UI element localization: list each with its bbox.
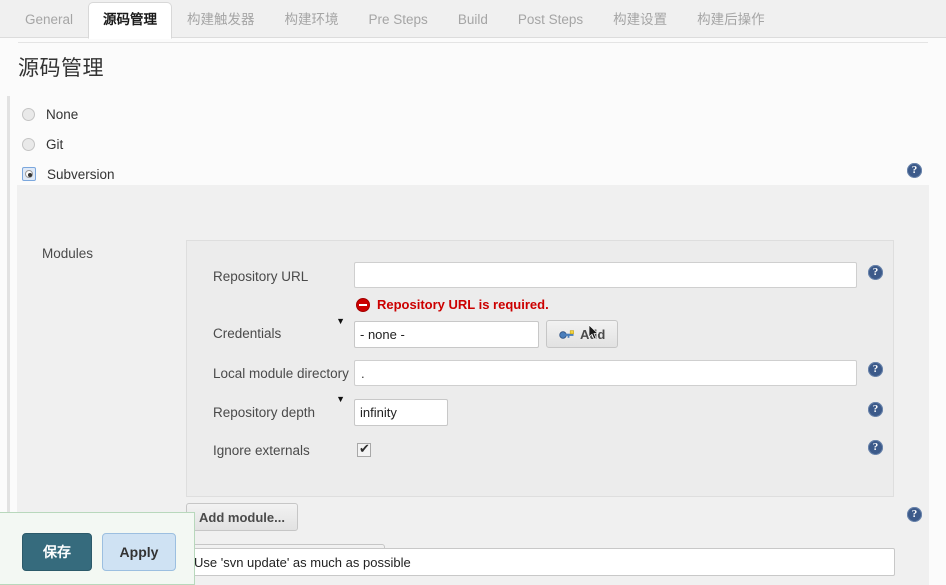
save-button[interactable]: 保存 (22, 533, 92, 571)
error-icon (356, 297, 370, 312)
repository-url-input[interactable] (354, 262, 857, 288)
page-title: 源码管理 (18, 57, 104, 80)
key-icon (559, 330, 574, 339)
apply-button-label: Apply (119, 544, 159, 560)
tab-pre-steps[interactable]: Pre Steps (354, 2, 443, 38)
radio-subversion-label: Subversion (47, 166, 115, 182)
help-icon-subversion[interactable]: ? (907, 163, 922, 178)
help-icon-repository-url[interactable]: ? (868, 265, 883, 280)
radio-row-none[interactable]: None (22, 104, 78, 124)
radio-git-icon[interactable] (22, 137, 35, 151)
radio-row-git[interactable]: Git (22, 134, 63, 154)
radio-row-subversion[interactable]: Subversion (22, 164, 115, 184)
tab-build[interactable]: Build (443, 2, 503, 38)
local-module-directory-input[interactable] (354, 360, 857, 386)
tab-label: 源码管理 (103, 12, 158, 27)
tab-build-triggers[interactable]: 构建触发器 (172, 2, 270, 38)
apply-button[interactable]: Apply (102, 533, 176, 571)
ignore-externals-label: Ignore externals (213, 443, 310, 458)
tab-build-settings[interactable]: 构建设置 (598, 2, 682, 38)
radio-git-label: Git (46, 136, 64, 152)
tab-post-steps[interactable]: Post Steps (503, 2, 598, 38)
title-divider (18, 42, 928, 43)
credentials-select[interactable]: - none - (354, 321, 539, 348)
add-credentials-button[interactable]: Add (546, 320, 619, 348)
ignore-externals-checkbox[interactable] (357, 441, 371, 457)
tab-bar: General 源码管理 构建触发器 构建环境 Pre Steps Build … (0, 0, 946, 39)
help-icon-additional-credentials[interactable]: ? (907, 507, 922, 522)
error-text: Repository URL is required. (377, 297, 549, 312)
repository-url-label: Repository URL (213, 269, 309, 284)
tab-label: 构建设置 (613, 12, 668, 27)
tab-label: Post Steps (517, 12, 584, 27)
floating-save-bar: 保存 Apply (0, 512, 195, 585)
add-module-button[interactable]: Add module... (186, 503, 298, 531)
tab-list: General 源码管理 构建触发器 构建环境 Pre Steps Build … (0, 0, 946, 39)
tab-label: General (25, 12, 74, 27)
help-icon-ignore-externals[interactable]: ? (868, 440, 883, 455)
modules-label: Modules (42, 246, 94, 261)
radio-subversion-icon[interactable] (22, 167, 36, 181)
help-icon-repository-depth[interactable]: ? (868, 402, 883, 417)
section-rail (7, 96, 10, 561)
tab-source-code-management[interactable]: 源码管理 (88, 2, 173, 39)
page-content: 源码管理 None Git Subversion ? Modules Repos… (0, 38, 946, 585)
local-module-directory-label: Local module directory (213, 366, 349, 381)
tab-label: 构建环境 (284, 12, 339, 27)
repository-url-error: Repository URL is required. (356, 297, 549, 312)
credentials-label: Credentials (213, 326, 282, 341)
tab-label: 构建后操作 (697, 12, 765, 27)
add-credentials-button-label: Add (580, 326, 606, 342)
checkout-strategy-select[interactable]: Use 'svn update' as much as possible (188, 548, 895, 576)
tab-label: Build (457, 12, 488, 27)
save-button-label: 保存 (43, 544, 71, 560)
repository-depth-label: Repository depth (213, 405, 316, 420)
help-icon-local-module-directory[interactable]: ? (868, 362, 883, 377)
tab-label: Pre Steps (368, 12, 428, 27)
tab-build-environment[interactable]: 构建环境 (270, 2, 354, 38)
radio-none-icon[interactable] (22, 107, 35, 121)
tab-general[interactable]: General (10, 2, 88, 38)
tab-label: 构建触发器 (187, 12, 255, 27)
repository-depth-select[interactable]: infinity (354, 399, 448, 426)
add-module-button-label: Add module... (199, 509, 285, 525)
tab-post-build-actions[interactable]: 构建后操作 (682, 2, 780, 38)
radio-none-label: None (46, 106, 79, 122)
